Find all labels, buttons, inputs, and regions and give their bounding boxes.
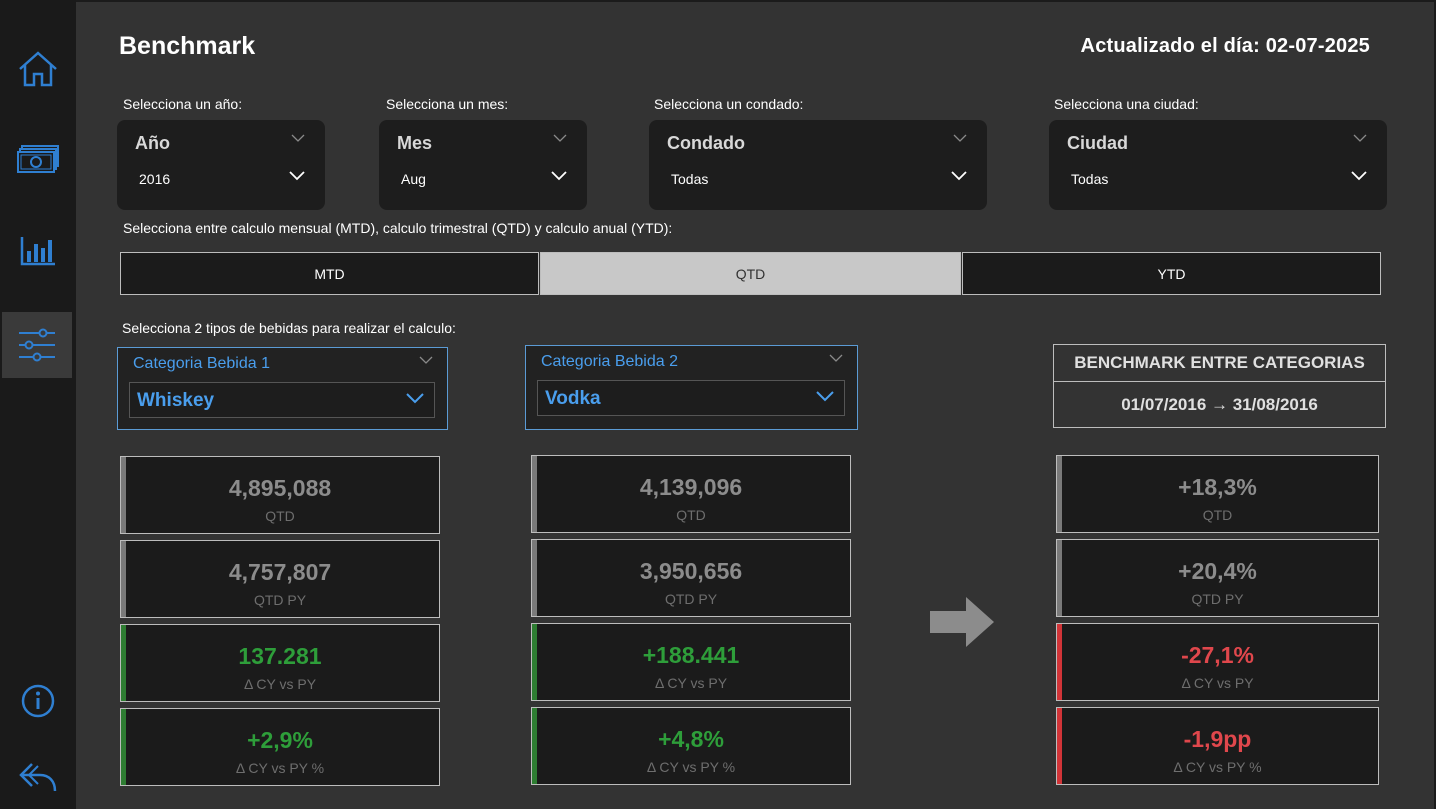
- period-qtd-button[interactable]: QTD: [540, 252, 961, 295]
- home-icon: [19, 51, 57, 87]
- period-selector-label: Selecciona entre calculo mensual (MTD), …: [123, 220, 673, 236]
- kpi-card-cat1-current: 4,895,088 QTD: [120, 456, 440, 534]
- kpi-value: +20,4%: [1178, 558, 1257, 584]
- kpi-card-compare-current: +18,3% QTD: [1056, 455, 1379, 533]
- kpi-card-cat2-delta-pct: +4,8% Δ CY vs PY %: [531, 707, 851, 785]
- kpi-label: QTD PY: [1191, 591, 1244, 607]
- chevron-down-icon: [953, 134, 967, 142]
- kpi-label: QTD: [1202, 507, 1233, 523]
- chevron-down-icon: [553, 134, 567, 142]
- category-1-dropdown[interactable]: Categoria Bebida 1 Whiskey: [117, 347, 448, 430]
- category-2-dropdown[interactable]: Categoria Bebida 2 Vodka: [525, 345, 858, 430]
- kpi-label: Δ CY vs PY %: [1173, 759, 1262, 775]
- year-dropdown-title: Año: [135, 133, 170, 153]
- city-dropdown-value: Todas: [1071, 171, 1109, 187]
- updated-date: Actualizado el día: 02-07-2025: [1080, 35, 1370, 57]
- period-mtd-button[interactable]: MTD: [120, 252, 539, 295]
- kpi-value: +4,8%: [658, 726, 724, 752]
- chevron-down-icon: [829, 354, 843, 362]
- chevron-down-icon[interactable]: [406, 393, 424, 404]
- bar-chart-icon: [20, 237, 55, 266]
- kpi-value: +2,9%: [247, 727, 313, 753]
- chevron-down-icon[interactable]: [289, 171, 305, 181]
- benchmark-title: BENCHMARK ENTRE CATEGORIAS: [1053, 344, 1386, 381]
- month-filter-label: Selecciona un mes:: [386, 96, 509, 112]
- category-selector-label: Selecciona 2 tipos de bebidas para reali…: [122, 320, 456, 336]
- category-1-title: Categoria Bebida 1: [133, 355, 270, 372]
- kpi-card-cat1-delta: 137.281 Δ CY vs PY: [120, 624, 440, 702]
- kpi-value: 137.281: [238, 643, 322, 669]
- category-1-value: Whiskey: [137, 390, 215, 411]
- kpi-card-cat2-current: 4,139,096 QTD: [531, 455, 851, 533]
- kpi-card-cat2-prior: 3,950,656 QTD PY: [531, 539, 851, 617]
- arrow-right-icon: [930, 597, 994, 647]
- sidebar-nav: [0, 0, 76, 809]
- kpi-value: 4,139,096: [639, 474, 743, 500]
- kpi-card-cat1-prior: 4,757,807 QTD PY: [120, 540, 440, 618]
- county-filter-label: Selecciona un condado:: [654, 96, 804, 112]
- kpi-label: Δ CY vs PY: [243, 676, 317, 692]
- benchmark-date-range: 01/07/2016 → 31/08/2016: [1053, 381, 1386, 428]
- chevron-down-icon[interactable]: [1351, 171, 1367, 181]
- nav-finance[interactable]: [0, 127, 76, 193]
- kpi-value: -27,1%: [1181, 642, 1254, 668]
- kpi-label: QTD PY: [664, 591, 718, 607]
- kpi-value: 3,950,656: [639, 558, 743, 584]
- category-2-select[interactable]: Vodka: [537, 380, 845, 416]
- kpi-label: QTD: [265, 508, 295, 524]
- kpi-value: -1,9pp: [1183, 726, 1252, 752]
- period-ytd-button[interactable]: YTD: [962, 252, 1381, 295]
- page-title: Benchmark: [119, 32, 256, 60]
- kpi-value: 4,757,807: [228, 559, 332, 585]
- city-dropdown-title: Ciudad: [1067, 133, 1128, 153]
- nav-charts[interactable]: [0, 218, 76, 284]
- back-arrow-icon: [19, 763, 57, 792]
- chevron-down-icon[interactable]: [551, 171, 567, 181]
- kpi-card-compare-prior: +20,4% QTD PY: [1056, 539, 1379, 617]
- info-icon: [21, 684, 55, 718]
- category-1-select[interactable]: Whiskey: [129, 382, 435, 418]
- kpi-card-compare-delta-pct: -1,9pp Δ CY vs PY %: [1056, 707, 1379, 785]
- category-2-value: Vodka: [545, 388, 601, 409]
- county-dropdown[interactable]: Condado Todas: [649, 120, 987, 210]
- month-dropdown-title: Mes: [397, 133, 433, 153]
- month-dropdown[interactable]: Mes Aug: [379, 120, 587, 210]
- category-2-title: Categoria Bebida 2: [541, 353, 678, 370]
- kpi-card-compare-delta: -27,1% Δ CY vs PY: [1056, 623, 1379, 701]
- chevron-down-icon[interactable]: [951, 171, 967, 181]
- chevron-down-icon: [419, 356, 433, 364]
- kpi-card-cat2-delta: +188.441 Δ CY vs PY: [531, 623, 851, 701]
- kpi-label: Δ CY vs PY: [1181, 675, 1254, 691]
- money-icon: [17, 145, 59, 173]
- year-dropdown-value: 2016: [139, 171, 171, 187]
- city-dropdown[interactable]: Ciudad Todas: [1049, 120, 1387, 210]
- kpi-value: 4,895,088: [228, 475, 332, 501]
- kpi-value: +18,3%: [1178, 474, 1257, 500]
- kpi-label: Δ CY vs PY %: [235, 760, 325, 776]
- kpi-value: +188.441: [642, 642, 740, 668]
- county-dropdown-title: Condado: [667, 133, 745, 153]
- city-filter-label: Selecciona una ciudad:: [1054, 96, 1199, 112]
- kpi-label: QTD: [676, 507, 706, 523]
- nav-benchmark[interactable]: [2, 312, 72, 378]
- chevron-down-icon[interactable]: [816, 391, 834, 402]
- chevron-down-icon: [1353, 134, 1367, 142]
- county-dropdown-value: Todas: [671, 171, 709, 187]
- chevron-down-icon: [291, 134, 305, 142]
- month-dropdown-value: Aug: [401, 171, 426, 187]
- nav-info[interactable]: [0, 668, 76, 734]
- kpi-label: Δ CY vs PY %: [646, 759, 736, 775]
- kpi-card-cat1-delta-pct: +2,9% Δ CY vs PY %: [120, 708, 440, 786]
- year-filter-label: Selecciona un año:: [123, 96, 243, 112]
- sliders-icon: [19, 328, 55, 362]
- nav-back[interactable]: [0, 744, 76, 809]
- year-dropdown[interactable]: Año 2016: [117, 120, 325, 210]
- kpi-label: QTD PY: [253, 592, 307, 608]
- nav-home[interactable]: [0, 36, 76, 102]
- kpi-label: Δ CY vs PY: [654, 675, 728, 691]
- main-panel: Benchmark Actualizado el día: 02-07-2025…: [76, 2, 1434, 809]
